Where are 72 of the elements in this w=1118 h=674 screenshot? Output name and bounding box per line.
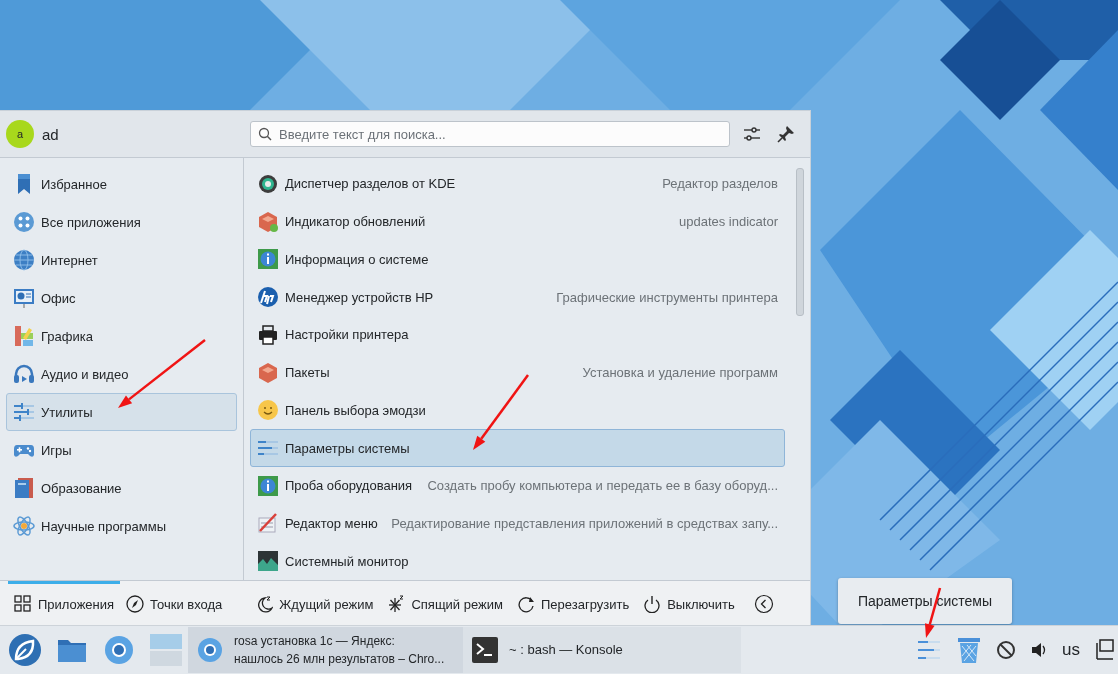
- compass-icon: [126, 595, 145, 613]
- smiley-icon: [257, 399, 279, 422]
- category-item[interactable]: Офис: [6, 279, 237, 317]
- category-item[interactable]: Аудио и видео: [6, 355, 237, 393]
- sliders-icon[interactable]: [916, 638, 943, 662]
- package-icon: [257, 210, 279, 233]
- terminal-icon: [471, 636, 499, 664]
- category-item[interactable]: Утилиты: [6, 393, 237, 431]
- palette-icon: [13, 325, 35, 347]
- keyboard-layout[interactable]: us: [1062, 640, 1080, 660]
- app-item[interactable]: Проба оборудования Создать пробу компьютера и передать ее в базу оборуд...: [250, 466, 785, 505]
- app-description: Графические инструменты принтера: [556, 289, 778, 305]
- category-item[interactable]: Все приложения: [6, 203, 237, 241]
- info-icon: [257, 474, 279, 497]
- power-button[interactable]: Спящий режим: [380, 589, 510, 619]
- app-item[interactable]: Редактор меню Редактирование представления приложений в средствах запу...: [250, 504, 785, 543]
- category-item[interactable]: Избранное: [6, 165, 237, 203]
- app-item[interactable]: Диспетчер разделов от KDE Редактор разделов: [250, 165, 785, 203]
- apps-grid-icon: [13, 211, 35, 233]
- package-icon: [257, 361, 279, 384]
- user-name: ad: [42, 125, 59, 143]
- app-item[interactable]: Информация о системе: [250, 240, 785, 279]
- blocked-icon[interactable]: [996, 640, 1017, 660]
- app-description: Установка и удаление программ: [582, 365, 778, 381]
- app-item[interactable]: Индикатор обновлений updates indicator: [250, 202, 785, 241]
- atom-icon: [13, 515, 35, 537]
- user-avatar[interactable]: a: [6, 120, 34, 148]
- trash-icon[interactable]: [956, 636, 983, 664]
- restart-icon: [516, 595, 535, 613]
- category-item[interactable]: Игры: [6, 431, 237, 469]
- moon-icon: [255, 595, 274, 613]
- scrollbar[interactable]: [796, 168, 804, 316]
- info-icon: [257, 248, 279, 271]
- footer-tab[interactable]: Точки входа: [120, 581, 229, 625]
- presentation-icon: [13, 287, 35, 309]
- category-item[interactable]: Графика: [6, 317, 237, 355]
- category-item[interactable]: Образование: [6, 469, 237, 507]
- sliders-icon: [13, 401, 35, 423]
- pen-icon: [257, 512, 279, 535]
- app-description: Создать пробу компьютера и передать ее в базу оборуд...: [427, 478, 778, 494]
- power-button[interactable]: Ждущий режим: [248, 589, 381, 619]
- app-item[interactable]: Пакеты Установка и удаление программ: [250, 353, 785, 392]
- app-item[interactable]: Системный монитор: [250, 542, 785, 581]
- pin-icon[interactable]: [777, 125, 795, 143]
- settings-icon[interactable]: [743, 125, 761, 143]
- power-button[interactable]: Перезагрузить: [509, 589, 637, 619]
- headphones-icon: [13, 363, 35, 385]
- back-icon[interactable]: [753, 594, 774, 614]
- app-item[interactable]: Менеджер устройств HP Графические инструменты принтера: [250, 278, 785, 316]
- search-field[interactable]: Введите текст для поиска...: [250, 121, 730, 147]
- globe-icon: [13, 249, 35, 271]
- app-item[interactable]: Параметры системы: [250, 429, 785, 467]
- power-icon: [643, 595, 662, 613]
- app-description: updates indicator: [679, 214, 778, 230]
- category-item[interactable]: Научные программы: [6, 507, 237, 545]
- browser-icon: [196, 636, 224, 664]
- snowflake-icon: [387, 595, 406, 613]
- task-button[interactable]: ~ : bash — Konsole: [463, 627, 741, 673]
- chart-icon: [257, 550, 279, 573]
- task-button[interactable]: rosa установка 1с — Яндекс: нашлось 26 млн результатов – Chro...: [188, 627, 463, 673]
- app-description: Редактирование представления приложений в средствах запу...: [391, 515, 778, 531]
- tooltip: Параметры системы: [838, 578, 1012, 624]
- power-button[interactable]: Выключить: [636, 589, 742, 619]
- category-item[interactable]: Интернет: [6, 241, 237, 279]
- app-description: Редактор разделов: [662, 176, 778, 192]
- logo-icon[interactable]: [7, 632, 43, 668]
- app-item[interactable]: Настройки принтера: [250, 315, 785, 354]
- disk-icon: [257, 172, 279, 195]
- app-item[interactable]: Панель выбора эмодзи: [250, 391, 785, 430]
- book-icon: [13, 477, 35, 499]
- printer-icon: [257, 323, 279, 346]
- apps-grid-icon: [14, 595, 32, 613]
